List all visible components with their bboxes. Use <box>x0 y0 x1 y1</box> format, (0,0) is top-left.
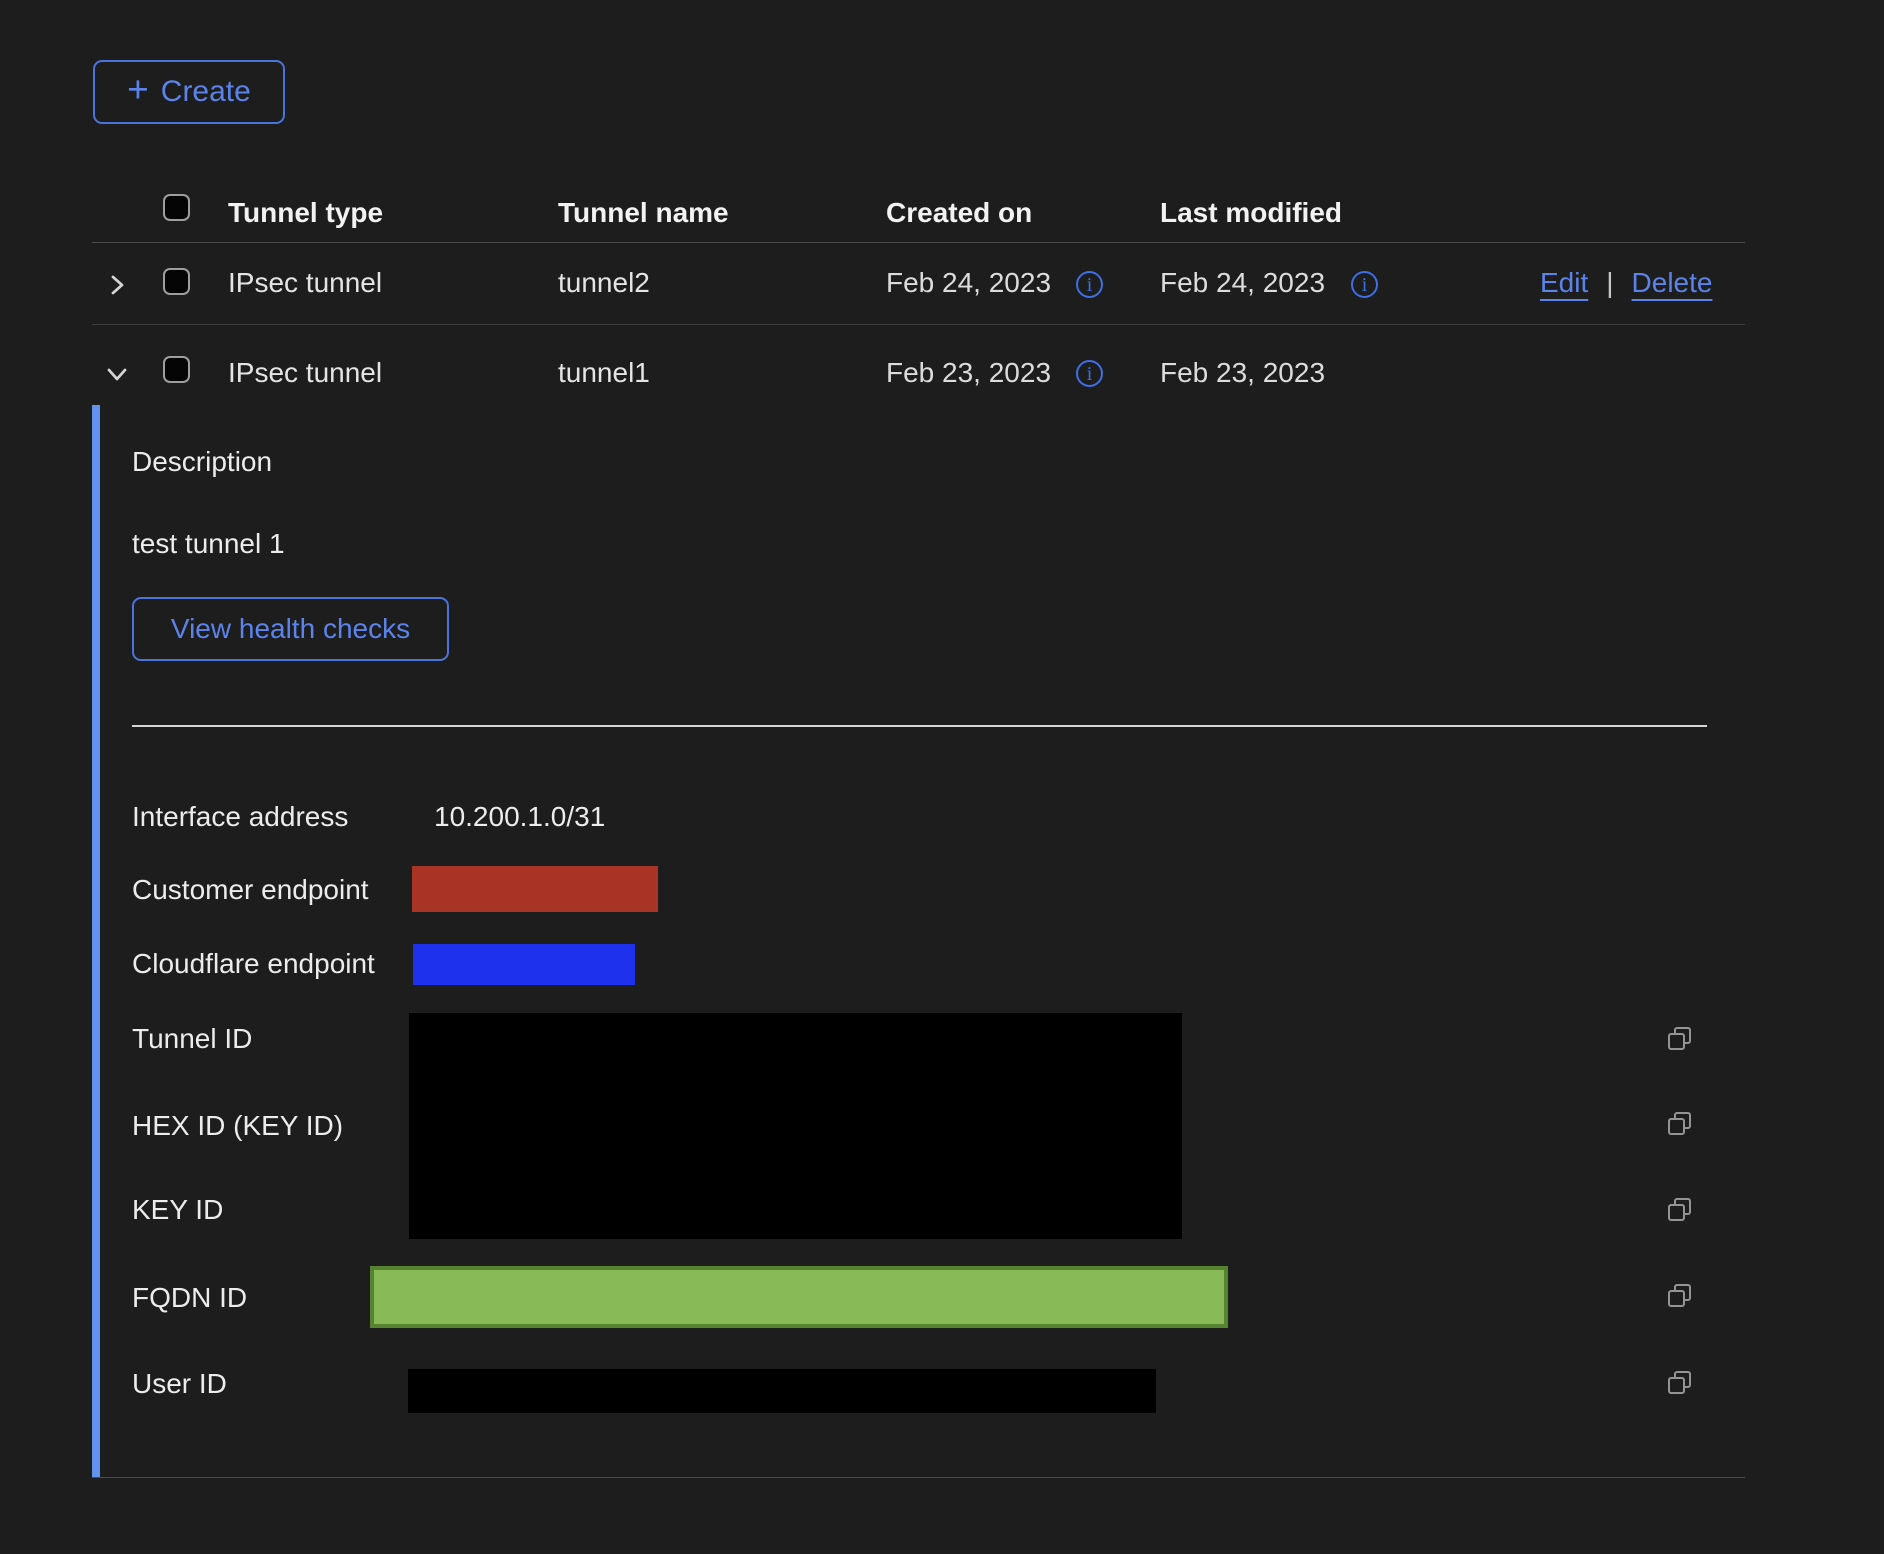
column-header-created-on: Created on <box>886 196 1032 230</box>
chevron-down-icon <box>101 358 133 390</box>
header-divider <box>92 242 1745 243</box>
description-label: Description <box>132 445 272 479</box>
tunnel-name-value: tunnel1 <box>558 356 650 390</box>
detail-section-divider <box>132 725 1707 727</box>
created-on-info-icon[interactable] <box>1076 360 1103 387</box>
copy-icon <box>1664 1108 1696 1140</box>
copy-icon <box>1664 1194 1696 1226</box>
row-divider <box>92 324 1745 325</box>
last-modified-info-icon[interactable] <box>1351 271 1378 298</box>
expanded-row-accent-bar <box>92 405 100 1478</box>
tunnel-type-value: IPsec tunnel <box>228 356 382 390</box>
collapse-row-button[interactable] <box>101 358 133 390</box>
cloudflare-endpoint-label: Cloudflare endpoint <box>132 947 375 981</box>
tunnel-id-label: Tunnel ID <box>132 1022 252 1056</box>
customer-endpoint-label: Customer endpoint <box>132 873 369 907</box>
row-checkbox[interactable] <box>163 356 190 383</box>
description-value: test tunnel 1 <box>132 527 285 561</box>
chevron-right-icon <box>101 269 133 301</box>
copy-icon <box>1664 1367 1696 1399</box>
copy-icon <box>1664 1023 1696 1055</box>
expand-row-button[interactable] <box>101 269 133 301</box>
user-id-redacted-value <box>408 1369 1156 1413</box>
key-id-label: KEY ID <box>132 1193 223 1227</box>
interface-address-label: Interface address <box>132 800 348 834</box>
column-header-tunnel-type: Tunnel type <box>228 196 383 230</box>
view-health-checks-button[interactable]: View health checks <box>132 597 449 661</box>
copy-tunnel-id-button[interactable] <box>1664 1023 1696 1055</box>
last-modified-value: Feb 24, 2023 <box>1160 266 1325 300</box>
cloudflare-endpoint-redacted-value <box>413 944 635 985</box>
last-modified-value: Feb 23, 2023 <box>1160 356 1325 390</box>
fqdn-id-redacted-value <box>370 1266 1228 1328</box>
fqdn-id-label: FQDN ID <box>132 1281 247 1315</box>
tunnel-name-value: tunnel2 <box>558 266 650 300</box>
edit-link[interactable]: Edit <box>1540 266 1588 300</box>
created-on-value: Feb 24, 2023 <box>886 266 1051 300</box>
copy-key-id-button[interactable] <box>1664 1194 1696 1226</box>
customer-endpoint-redacted-value <box>412 866 658 912</box>
tunnel-type-value: IPsec tunnel <box>228 266 382 300</box>
select-all-checkbox[interactable] <box>163 194 190 221</box>
copy-icon <box>1664 1280 1696 1312</box>
action-separator: | <box>1606 266 1613 300</box>
row-checkbox[interactable] <box>163 268 190 295</box>
row-actions: Edit | Delete <box>1540 266 1712 300</box>
create-button[interactable]: Create <box>93 60 285 124</box>
interface-address-value: 10.200.1.0/31 <box>434 800 605 834</box>
copy-hex-id-button[interactable] <box>1664 1108 1696 1140</box>
copy-fqdn-id-button[interactable] <box>1664 1280 1696 1312</box>
delete-link[interactable]: Delete <box>1632 266 1713 300</box>
user-id-label: User ID <box>132 1367 227 1401</box>
plus-icon <box>127 75 149 110</box>
hex-id-label: HEX ID (KEY ID) <box>132 1109 343 1143</box>
copy-user-id-button[interactable] <box>1664 1367 1696 1399</box>
column-header-tunnel-name: Tunnel name <box>558 196 729 230</box>
create-button-label: Create <box>161 75 251 109</box>
created-on-info-icon[interactable] <box>1076 271 1103 298</box>
table-bottom-divider <box>92 1477 1745 1478</box>
created-on-value: Feb 23, 2023 <box>886 356 1051 390</box>
tunnel-hex-key-id-redacted-values <box>409 1013 1182 1239</box>
tunnels-page: Create Tunnel type Tunnel name Created o… <box>0 0 1884 1554</box>
column-header-last-modified: Last modified <box>1160 196 1342 230</box>
